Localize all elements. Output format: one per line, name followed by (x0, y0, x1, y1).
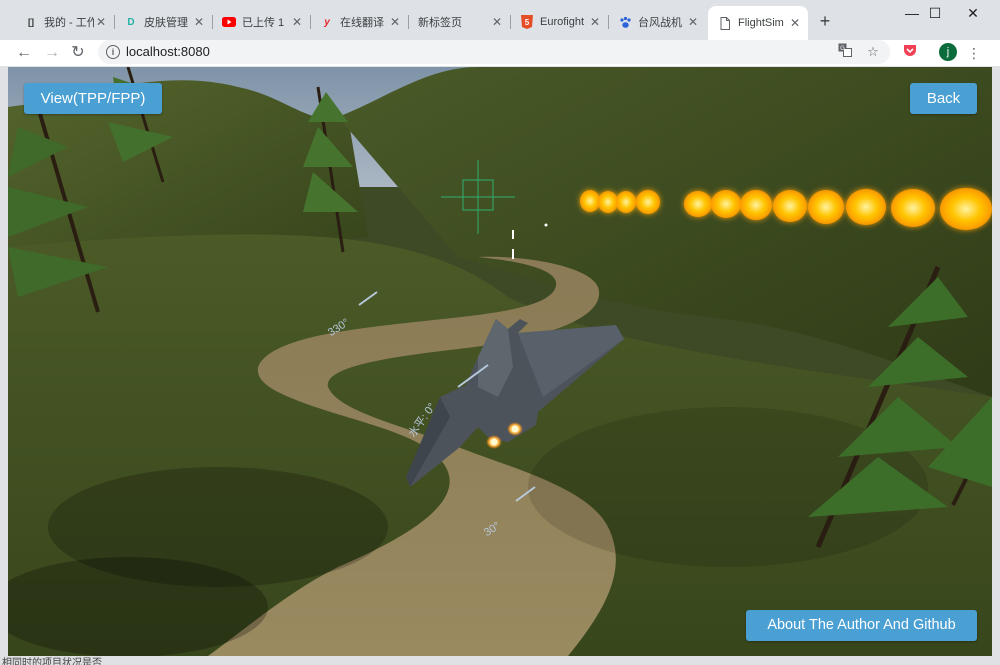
status-bar: 相同时的项目状况是否 (0, 656, 1000, 665)
d-logo-icon: D (127, 16, 135, 28)
tab-5[interactable]: 5 Eurofight ✕ (510, 8, 609, 36)
info-icon[interactable]: i (106, 45, 120, 59)
svg-text:5: 5 (525, 18, 530, 27)
close-icon[interactable]: ✕ (94, 15, 108, 29)
star-icon[interactable]: ☆ (864, 43, 882, 61)
status-text: 相同时的项目状况是否 (2, 658, 102, 665)
paw-icon (618, 15, 632, 29)
tab-title: 皮肤管理 (144, 17, 188, 29)
tab-1[interactable]: D 皮肤管理 ✕ (114, 8, 213, 36)
html5-icon: 5 (520, 15, 534, 29)
close-icon[interactable]: ✕ (588, 15, 602, 29)
close-icon[interactable]: ✕ (388, 15, 402, 29)
address-bar[interactable]: i localhost:8080 G ☆ (98, 40, 890, 64)
tab-strip: [] 我的 - 工作 ✕ D 皮肤管理 ✕ 已上传 1 ✕ y 在线翻译 ✕ 新… (0, 0, 1000, 40)
tab-2[interactable]: 已上传 1 ✕ (212, 8, 311, 36)
menu-dots-icon[interactable]: ⋮ (966, 42, 982, 64)
close-icon[interactable]: ✕ (686, 15, 700, 29)
tab-3[interactable]: y 在线翻译 ✕ (310, 8, 409, 36)
profile-avatar[interactable]: j (939, 43, 957, 61)
game-viewport[interactable]: 330° 水平: 0° 30° View(TPP/FPP) Back About… (8, 67, 992, 656)
flight-scene (8, 67, 992, 656)
tab-title: 已上传 1 (242, 17, 285, 29)
browser-toolbar: ← → ↻ i localhost:8080 G ☆ j ⋮ (0, 40, 1000, 66)
translate-icon[interactable]: G (836, 43, 854, 61)
tab-7-active[interactable]: FlightSim ✕ (708, 6, 808, 40)
reload-icon[interactable]: ↻ (66, 41, 90, 65)
document-icon (718, 16, 732, 30)
tab-4[interactable]: 新标签页 ✕ (408, 8, 511, 36)
view-toggle-button[interactable]: View(TPP/FPP) (24, 83, 162, 114)
back-button[interactable]: Back (910, 83, 977, 114)
back-arrow-icon[interactable]: ← (12, 41, 36, 65)
tab-title: 台风战机 (638, 17, 682, 29)
tab-0[interactable]: [] 我的 - 工作 ✕ (14, 8, 115, 36)
about-author-github-button[interactable]: About The Author And Github (746, 610, 977, 641)
bracket-icon: [] (28, 17, 34, 27)
tab-6[interactable]: 台风战机 ✕ (608, 8, 706, 36)
youtube-icon (222, 15, 236, 29)
close-icon[interactable]: ✕ (192, 15, 206, 29)
pocket-extension-icon[interactable] (898, 41, 922, 65)
close-icon[interactable]: ✕ (290, 15, 304, 29)
tab-title: 新标签页 (418, 17, 462, 29)
url-text: localhost:8080 (126, 44, 210, 59)
tab-title: Eurofight (540, 16, 585, 28)
close-icon[interactable]: ✕ (788, 16, 802, 30)
close-icon[interactable]: ✕ (490, 15, 504, 29)
svg-text:G: G (840, 46, 845, 52)
close-window-button[interactable]: ✕ (950, 0, 996, 28)
y-logo-icon: y (324, 16, 330, 28)
forward-arrow-icon[interactable]: → (40, 41, 64, 65)
tab-title: 我的 - 工作 (44, 17, 94, 29)
tab-title: FlightSim (738, 17, 784, 29)
tab-title: 在线翻译 (340, 17, 384, 29)
new-tab-button[interactable]: + (815, 11, 835, 31)
